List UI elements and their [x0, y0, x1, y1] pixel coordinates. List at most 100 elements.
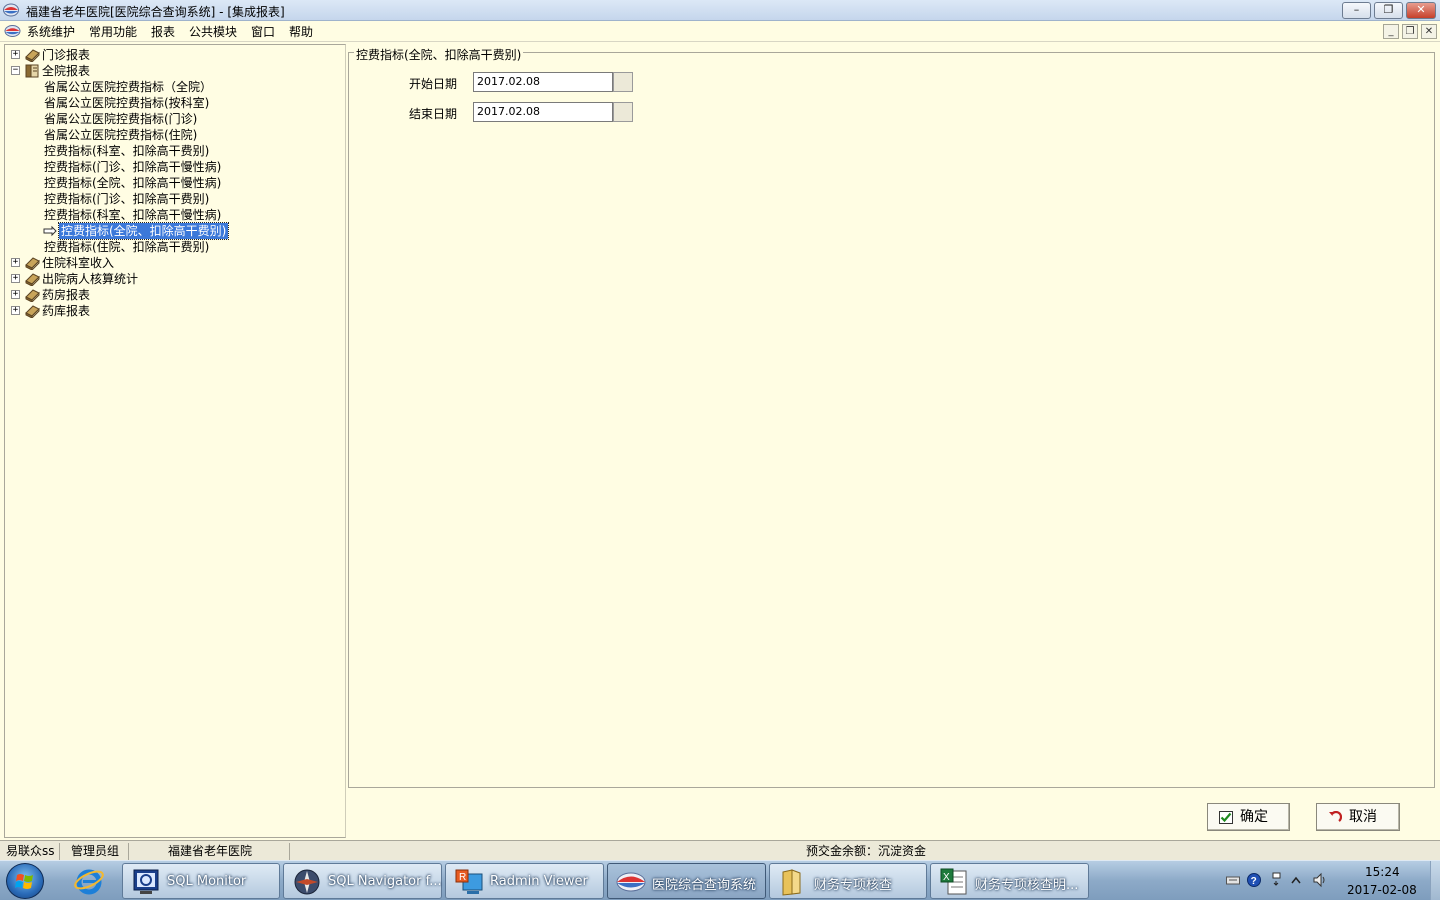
minimize-button[interactable]: – — [1342, 2, 1371, 19]
tree-group-label[interactable]: 全院报表 — [42, 63, 90, 79]
tree-leaf-label[interactable]: 控费指标(科室、扣除高干费别) — [44, 143, 209, 159]
book-icon — [25, 257, 40, 270]
collapse-icon[interactable]: − — [11, 66, 20, 75]
task-label: Radmin Viewer — [490, 874, 588, 889]
expand-icon[interactable]: + — [11, 306, 20, 315]
task-sql-navigator[interactable]: SQL Navigator f... — [283, 863, 442, 899]
task-label: SQL Navigator f... — [328, 874, 442, 889]
tree-group-label[interactable]: 药库报表 — [42, 303, 90, 319]
tree-group-label[interactable]: 门诊报表 — [42, 47, 90, 63]
tree-leaf-label[interactable]: 控费指标(门诊、扣除高干费别) — [44, 191, 209, 207]
expand-icon[interactable]: + — [11, 274, 20, 283]
tree-group-label[interactable]: 药房报表 — [42, 287, 90, 303]
mdi-close-button[interactable]: ✕ — [1421, 24, 1437, 39]
task-label: 医院综合查询系统 — [652, 878, 757, 893]
clock-time[interactable]: 15:24 — [1365, 865, 1400, 879]
sql-monitor-icon — [133, 869, 159, 894]
tree-group-inpatient-dept-income[interactable]: + 住院科室收入 — [5, 255, 335, 271]
expand-icon[interactable]: + — [11, 258, 20, 267]
expand-icon[interactable]: + — [11, 50, 20, 59]
ok-button[interactable]: 确定 — [1207, 803, 1290, 831]
show-hidden-icons-icon[interactable] — [1289, 872, 1303, 888]
status-bar: 易联众ss 管理员组 福建省老年医院 预交金余额：沉淀资金 — [0, 840, 1440, 860]
book-icon — [25, 289, 40, 302]
tree-group-hospital-reports[interactable]: − 全院报表 — [5, 63, 335, 79]
app-icon — [3, 3, 19, 17]
open-book-icon — [25, 64, 39, 78]
start-date-picker-button[interactable] — [613, 72, 633, 92]
tree-group-label[interactable]: 住院科室收入 — [42, 255, 114, 271]
tree-leaf-label-selected[interactable]: 控费指标(全院、扣除高干费别) — [57, 222, 230, 240]
end-date-input[interactable]: 2017.02.08 — [473, 102, 613, 122]
menu-help[interactable]: 帮助 — [289, 23, 313, 40]
tree-group-discharge-stats[interactable]: + 出院病人核算统计 — [5, 271, 335, 287]
svg-text:?: ? — [1251, 876, 1257, 887]
tree-leaf-report-selected[interactable]: 控费指标(全院、扣除高干费别) — [43, 222, 243, 240]
windows-logo-icon — [15, 874, 33, 889]
tree-leaf-label[interactable]: 省属公立医院控费指标(住院) — [44, 127, 197, 143]
task-hospital-query-system[interactable]: 医院综合查询系统 — [607, 863, 766, 899]
book-icon — [25, 49, 40, 62]
tree-group-label[interactable]: 出院病人核算统计 — [42, 271, 138, 287]
menu-public-modules[interactable]: 公共模块 — [189, 23, 237, 40]
undo-icon — [1329, 811, 1342, 822]
pointing-hand-icon — [43, 225, 57, 237]
expand-icon[interactable]: + — [11, 290, 20, 299]
task-sql-monitor[interactable]: SQL Monitor — [122, 863, 280, 899]
task-label: 财务专项核查 — [814, 878, 893, 893]
network-icon[interactable] — [1270, 872, 1284, 888]
excel-icon: X — [940, 868, 967, 895]
hospital-query-icon — [616, 872, 646, 892]
keyboard-icon[interactable] — [1226, 872, 1240, 888]
restore-button[interactable]: ❐ — [1374, 2, 1403, 19]
svg-text:R: R — [459, 872, 466, 883]
end-date-picker-button[interactable] — [613, 102, 633, 122]
parameter-frame — [348, 52, 1435, 788]
tree-leaf-label[interactable]: 控费指标(全院、扣除高干慢性病) — [44, 175, 221, 191]
tree-group-outpatient-reports[interactable]: + 门诊报表 — [5, 47, 335, 63]
windows-taskbar: SQL Monitor SQL Navigator f... R Radmin … — [0, 860, 1440, 900]
tree-group-warehouse-reports[interactable]: + 药库报表 — [5, 303, 335, 319]
tree-leaf-label[interactable]: 控费指标(科室、扣除高干慢性病) — [44, 207, 221, 223]
menu-system-maintenance[interactable]: 系统维护 — [27, 23, 75, 40]
tree-leaf-label[interactable]: 省属公立医院控费指标(按科室) — [44, 95, 209, 111]
cancel-button[interactable]: 取消 — [1316, 803, 1400, 831]
mdi-minimize-button[interactable]: _ — [1383, 24, 1399, 39]
volume-icon[interactable] — [1313, 872, 1327, 888]
tree-leaf-label[interactable]: 控费指标(门诊、扣除高干慢性病) — [44, 159, 221, 175]
book-icon — [25, 273, 40, 286]
tree-leaf-label[interactable]: 省属公立医院控费指标(门诊) — [44, 111, 197, 127]
menu-reports[interactable]: 报表 — [151, 23, 175, 40]
checkmark-icon — [1219, 811, 1233, 824]
menu-bar: 系统维护 常用功能 报表 公共模块 窗口 帮助 _ ❐ ✕ — [0, 21, 1440, 42]
start-date-label: 开始日期 — [409, 77, 458, 91]
task-label: SQL Monitor — [167, 874, 247, 889]
task-radmin-viewer[interactable]: R Radmin Viewer — [445, 863, 604, 899]
window-titlebar: 福建省老年医院[医院综合查询系统] - [集成报表] – ❐ ✕ — [0, 0, 1440, 21]
show-desktop-button[interactable] — [1430, 861, 1440, 900]
tree-leaf-label[interactable]: 省属公立医院控费指标（全院） — [44, 79, 212, 95]
report-tree[interactable]: + 门诊报表 − 全院报表 省属公立医院控费指标（全院） 省属公立医院控费指标(… — [4, 44, 346, 838]
close-button[interactable]: ✕ — [1406, 2, 1436, 19]
window-title: 福建省老年医院[医院综合查询系统] - [集成报表] — [26, 5, 285, 19]
tree-group-pharmacy-reports[interactable]: + 药房报表 — [5, 287, 335, 303]
sql-navigator-icon — [294, 869, 320, 895]
help-icon[interactable]: ? — [1247, 872, 1261, 888]
app-menu-icon[interactable] — [4, 24, 21, 38]
cancel-button-label: 取消 — [1349, 809, 1377, 825]
internet-explorer-icon[interactable] — [72, 865, 106, 897]
menu-window[interactable]: 窗口 — [251, 23, 275, 40]
start-date-input[interactable]: 2017.02.08 — [473, 72, 613, 92]
task-finance-audit-excel[interactable]: X 财务专项核查明... — [930, 863, 1089, 899]
status-user: 易联众ss — [2, 843, 60, 860]
mdi-restore-button[interactable]: ❐ — [1402, 24, 1418, 39]
svg-text:X: X — [943, 872, 950, 883]
tree-leaf-label[interactable]: 控费指标(住院、扣除高干费别) — [44, 239, 209, 255]
start-button[interactable] — [6, 863, 44, 899]
menu-common-functions[interactable]: 常用功能 — [89, 23, 137, 40]
task-finance-audit-folder[interactable]: 财务专项核查 — [769, 863, 927, 899]
task-label: 财务专项核查明... — [975, 878, 1079, 893]
clock-date[interactable]: 2017-02-08 — [1347, 883, 1417, 897]
folder-icon — [782, 869, 801, 896]
status-group: 管理员组 — [63, 843, 129, 860]
